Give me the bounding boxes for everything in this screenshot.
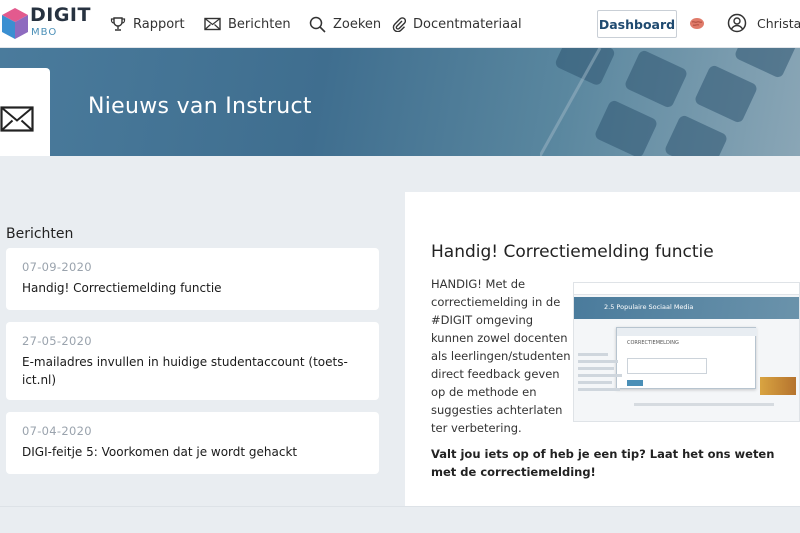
nav-docentmateriaal-label: Docentmateriaal bbox=[413, 16, 522, 32]
nav-zoeken-label: Zoeken bbox=[333, 16, 382, 32]
keyboard-background bbox=[540, 48, 797, 156]
article-body: HANDIG! Met de correctiemelding in de #D… bbox=[431, 277, 571, 435]
logo-word: DIGIT bbox=[30, 4, 91, 26]
article-title: Handig! Correctiemelding functie bbox=[431, 242, 714, 262]
nav-rapport-label: Rapport bbox=[133, 16, 185, 32]
paperclip-icon bbox=[392, 17, 406, 32]
message-card[interactable]: 07-09-2020 Handig! Correctiemelding func… bbox=[6, 248, 379, 310]
message-date: 27-05-2020 bbox=[22, 334, 92, 348]
digit-logo[interactable]: DIGIT MBO bbox=[0, 4, 90, 44]
thumb-nav bbox=[574, 283, 799, 295]
nav-rapport[interactable]: Rapport bbox=[110, 12, 185, 36]
thumb-banner-title: 2.5 Populaire Sociaal Media bbox=[604, 303, 694, 311]
thumb-modal-input bbox=[627, 358, 707, 374]
thumb-modal-button bbox=[627, 380, 643, 386]
envelope-icon bbox=[0, 106, 34, 132]
thumb-sidebar bbox=[578, 353, 626, 413]
message-card[interactable]: 07-04-2020 DIGI-feitje 5: Voorkomen dat … bbox=[6, 412, 379, 474]
message-title: Handig! Correctiemelding functie bbox=[22, 281, 222, 295]
user-name[interactable]: Christa bbox=[757, 16, 800, 31]
page-banner: Nieuws van Instruct bbox=[0, 48, 800, 156]
article-panel: Handig! Correctiemelding functie HANDIG!… bbox=[405, 192, 800, 506]
trophy-icon bbox=[110, 17, 126, 31]
thumb-modal-header bbox=[617, 328, 757, 336]
nav-zoeken[interactable]: Zoeken bbox=[309, 12, 381, 36]
message-card[interactable]: 27-05-2020 E-mailadres invullen in huidi… bbox=[6, 322, 379, 400]
thumb-image bbox=[760, 377, 796, 395]
top-navigation: DIGIT MBO Rapport Berichten Zoeken Docen… bbox=[0, 0, 800, 48]
message-title: DIGI-feitje 5: Voorkomen dat je wordt ge… bbox=[22, 445, 298, 459]
article-callout: Valt jou iets op of heb je een tip? Laat… bbox=[431, 447, 775, 479]
nav-berichten-label: Berichten bbox=[228, 16, 291, 32]
message-date: 07-04-2020 bbox=[22, 424, 92, 438]
content-spacer bbox=[0, 156, 800, 192]
message-date: 07-09-2020 bbox=[22, 260, 92, 274]
user-icon[interactable] bbox=[727, 13, 747, 33]
article-screenshot[interactable]: 2.5 Populaire Sociaal Media CORRECTIEMEL… bbox=[573, 282, 800, 422]
dashboard-button[interactable]: Dashboard bbox=[597, 10, 677, 38]
envelope-icon bbox=[204, 17, 221, 31]
brain-icon[interactable] bbox=[688, 14, 706, 32]
thumb-modal-title: CORRECTIEMELDING bbox=[627, 340, 679, 346]
messages-panel: Berichten 07-09-2020 Handig! Correctieme… bbox=[0, 192, 405, 506]
nav-docentmateriaal[interactable]: Docentmateriaal bbox=[392, 12, 522, 36]
messages-heading: Berichten bbox=[6, 226, 74, 242]
thumb-footer-line bbox=[634, 403, 774, 406]
search-icon bbox=[309, 16, 326, 33]
bottom-strip bbox=[0, 506, 800, 533]
thumb-modal: CORRECTIEMELDING bbox=[616, 327, 757, 389]
logo-sub: MBO bbox=[31, 27, 58, 38]
message-title: E-mailadres invullen in huidige studenta… bbox=[22, 355, 348, 387]
nav-berichten[interactable]: Berichten bbox=[204, 12, 291, 36]
cube-logo-icon bbox=[2, 8, 28, 39]
page-title: Nieuws van Instruct bbox=[88, 94, 312, 119]
